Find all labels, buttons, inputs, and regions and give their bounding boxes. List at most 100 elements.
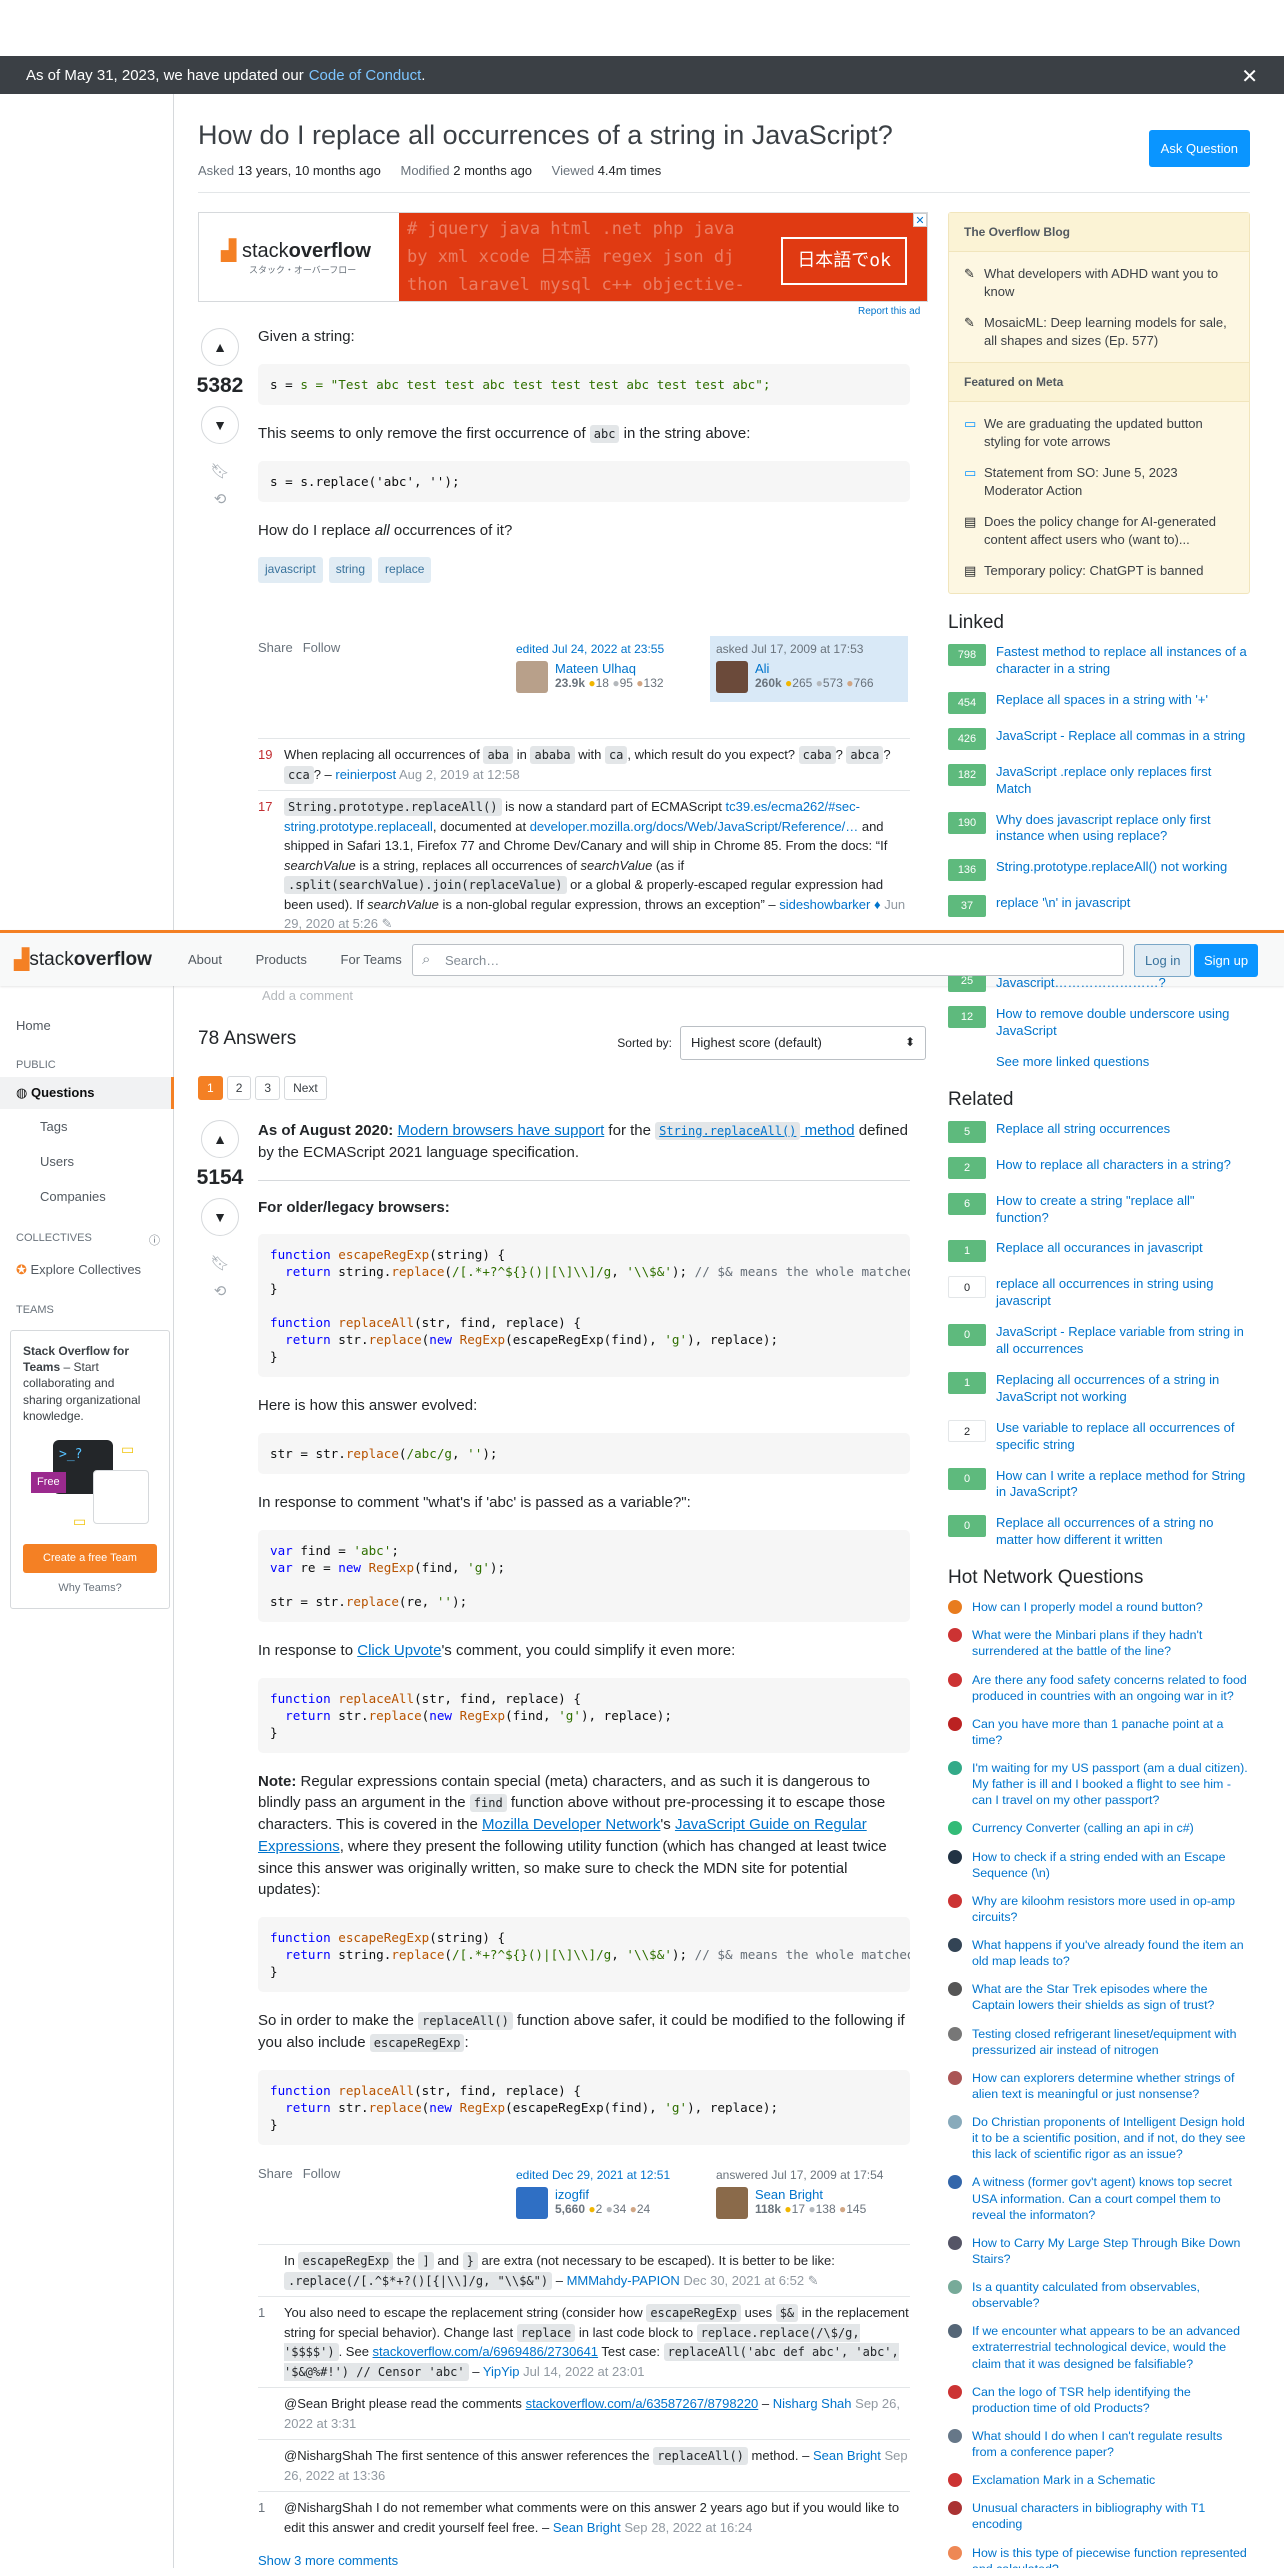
hnq-link[interactable]: What happens if you've already found the… [972,1937,1250,1969]
tag-javascript[interactable]: javascript [258,557,323,583]
nav-about[interactable]: About [188,952,222,967]
blog-item[interactable]: ✎ What developers with ADHD want you to k… [949,258,1249,307]
hnq-link[interactable]: Exclamation Mark in a Schematic [972,2472,1155,2488]
hnq-link[interactable]: Can the logo of TSR help identifying the… [972,2384,1250,2416]
follow-link[interactable]: Follow [303,2166,341,2181]
answer-link[interactable]: String.replaceAll() [655,1122,801,1140]
search-input[interactable]: ⌕ Search… [412,944,1124,976]
hnq-item[interactable]: A witness (former gov't agent) knows top… [948,2174,1250,2222]
hnq-link[interactable]: How can I properly model a round button? [972,1599,1203,1615]
hnq-item[interactable]: Are there any food safety concerns relat… [948,1672,1250,1704]
related-item[interactable]: 5 Replace all string occurrences [948,1120,1250,1143]
linked-item[interactable]: 12 How to remove double underscore using … [948,1006,1250,1040]
user-link[interactable]: Click Upvote [357,1642,441,1659]
nav-tags[interactable]: Tags [0,1109,174,1144]
linked-item[interactable]: 136 String.prototype.replaceAll() not wor… [948,859,1250,882]
mdn-link[interactable]: Mozilla Developer Network [482,1816,660,1833]
follow-link[interactable]: Follow [303,640,341,655]
see-more-linked[interactable]: See more linked questions [948,1054,1250,1071]
tag-replace[interactable]: replace [378,557,432,583]
nav-companies[interactable]: Companies [0,1179,174,1214]
page-2[interactable]: 2 [226,1076,252,1100]
hnq-link[interactable]: Do Christian proponents of Intelligent D… [972,2114,1250,2162]
avatar[interactable] [516,661,548,693]
avatar[interactable] [716,661,748,693]
hnq-item[interactable]: Can you have more than 1 panache point a… [948,1716,1250,1748]
hnq-link[interactable]: How to check if a string ended with an E… [972,1849,1250,1881]
hnq-link[interactable]: What were the Minbari plans if they hadn… [972,1627,1250,1659]
hnq-item[interactable]: Do Christian proponents of Intelligent D… [948,2114,1250,2162]
close-icon[interactable]: ✕ [1241,64,1258,89]
hnq-link[interactable]: How is this type of piecewise function r… [972,2545,1250,2568]
hnq-item[interactable]: How to Carry My Large Step Through Bike … [948,2235,1250,2267]
edited-link[interactable]: edited Dec 29, 2021 at 12:51 [516,2168,670,2182]
linked-item[interactable]: 798 Fastest method to replace all instanc… [948,644,1250,678]
linked-item[interactable]: 25How to use replace(/./g) in Javascript… [948,976,1250,992]
comment-user[interactable]: Nisharg Shah [773,2396,852,2411]
hnq-item[interactable]: Currency Converter (calling an api in c#… [948,1820,1250,1836]
hnq-item[interactable]: If we encounter what appears to be an ad… [948,2323,1250,2371]
related-item[interactable]: 0 JavaScript - Replace variable from stri… [948,1324,1250,1358]
hnq-link[interactable]: If we encounter what appears to be an ad… [972,2323,1250,2371]
sort-select[interactable]: Highest score (default) [680,1026,926,1060]
hnq-item[interactable]: How can I properly model a round button? [948,1599,1250,1615]
add-comment-link[interactable]: Add a comment [262,988,353,1003]
edited-link[interactable]: edited Jul 24, 2022 at 23:55 [516,642,664,656]
hnq-item[interactable]: How to check if a string ended with an E… [948,1849,1250,1881]
hnq-link[interactable]: Can you have more than 1 panache point a… [972,1716,1250,1748]
comment-user[interactable]: Sean Bright [553,2520,621,2535]
meta-item[interactable]: ▤ Temporary policy: ChatGPT is banned [949,555,1249,587]
nav-for-teams[interactable]: For Teams [341,952,402,967]
hnq-item[interactable]: What are the Star Trek episodes where th… [948,1981,1250,2013]
user-name[interactable]: Mateen Ulhaq [555,661,664,676]
hnq-link[interactable]: Is a quantity calculated from observable… [972,2279,1250,2311]
hnq-link[interactable]: What should I do when I can't regulate r… [972,2428,1250,2460]
comment-link[interactable]: stackoverflow.com/a/6969486/2730641 [373,2344,599,2359]
hnq-link[interactable]: What are the Star Trek episodes where th… [972,1981,1250,2013]
hnq-item[interactable]: What should I do when I can't regulate r… [948,2428,1250,2460]
hnq-link[interactable]: How to Carry My Large Step Through Bike … [972,2235,1250,2267]
history-icon[interactable]: ⟲ [190,490,250,508]
linked-item[interactable]: 182 JavaScript .replace only replaces fir… [948,763,1250,798]
linked-item[interactable]: 37 replace '\n' in javascript [948,895,1250,918]
tag-string[interactable]: string [328,557,373,583]
report-ad-link[interactable]: Report this ad [858,306,920,317]
nav-explore-collectives[interactable]: ✪ Explore Collectives [0,1254,174,1286]
code-of-conduct-link[interactable]: Code of Conduct [309,67,422,84]
nav-home[interactable]: Home [0,1010,174,1041]
hnq-link[interactable]: Are there any food safety concerns relat… [972,1672,1250,1704]
hnq-item[interactable]: I'm waiting for my US passport (am a dua… [948,1760,1250,1808]
ad-close-icon[interactable]: ✕ [913,213,927,227]
linked-item[interactable]: 426 JavaScript - Replace all commas in a … [948,727,1250,750]
avatar[interactable] [716,2187,748,2219]
hnq-link[interactable]: How can explorers determine whether stri… [972,2070,1250,2102]
user-name[interactable]: Ali [755,661,874,676]
related-item[interactable]: 0 replace all occurrences in string using… [948,1276,1250,1310]
share-link[interactable]: Share [258,640,293,655]
linked-item[interactable]: 454 Replace all spaces in a string with '… [948,691,1250,714]
meta-item[interactable]: ▤ Does the policy change for AI-generated… [949,506,1249,555]
answer-link[interactable]: Modern browsers have support [397,1122,604,1139]
downvote-button[interactable]: ▼ [201,406,239,444]
hnq-item[interactable]: Exclamation Mark in a Schematic [948,2472,1250,2488]
meta-item[interactable]: ▭ We are graduating the updated button st… [949,408,1249,457]
nav-questions[interactable]: ◍ Questions [0,1077,174,1109]
hnq-link[interactable]: Unusual characters in bibliography with … [972,2500,1250,2532]
create-team-button[interactable]: Create a free Team [23,1543,157,1573]
comment-user[interactable]: Sean Bright [813,2448,881,2463]
comment-user[interactable]: reinierpost [335,767,396,782]
related-item[interactable]: 0 How can I write a replace method for St… [948,1467,1250,1502]
related-item[interactable]: 0 Replace all occurrences of a string no … [948,1515,1250,1549]
hnq-item[interactable]: What were the Minbari plans if they hadn… [948,1627,1250,1659]
hnq-item[interactable]: Is a quantity calculated from observable… [948,2279,1250,2311]
comment-user[interactable]: sideshowbarker ♦ [779,897,880,912]
ask-question-button[interactable]: Ask Question [1148,130,1250,167]
signup-button[interactable]: Sign up [1194,944,1259,977]
why-teams-link[interactable]: Why Teams? [23,1581,157,1596]
user-name[interactable]: Sean Bright [755,2187,866,2202]
related-item[interactable]: 2 Use variable to replace all occurrences… [948,1419,1250,1454]
comment-link[interactable]: stackoverflow.com/a/63587267/8798220 [526,2396,759,2411]
hnq-link[interactable]: Currency Converter (calling an api in c#… [972,1820,1194,1836]
linked-item[interactable]: 190 Why does javascript replace only firs… [948,811,1250,846]
history-icon[interactable]: ⟲ [190,1282,250,1300]
